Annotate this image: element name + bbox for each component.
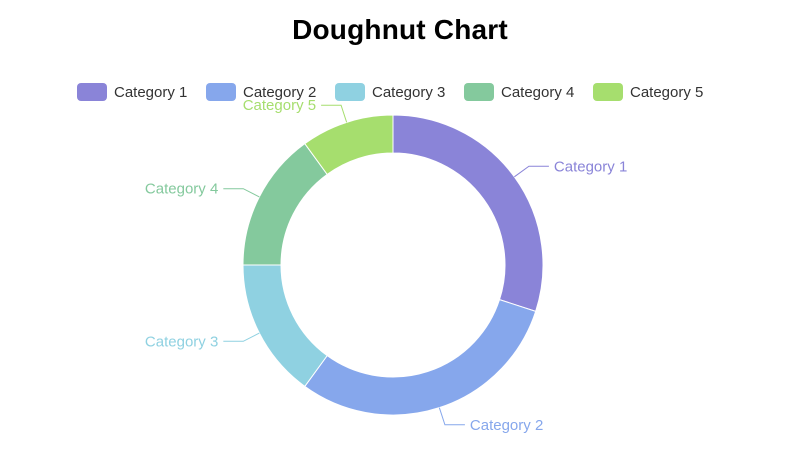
slice-category-4[interactable] — [242, 142, 328, 266]
callout-category-1: Category 1 — [514, 158, 627, 178]
legend-label: Category 1 — [114, 84, 187, 101]
doughnut-chart: Category 1 Category 2 Category 3 Category 4… — [77, 83, 703, 434]
slice-label: Category 5 — [243, 97, 316, 114]
legend-label: Category 5 — [630, 84, 703, 101]
slice-label: Category 2 — [470, 417, 543, 434]
callout-category-5: Category 5 — [243, 97, 348, 123]
slice-label: Category 3 — [145, 333, 218, 350]
legend-swatch — [593, 83, 623, 101]
callout-category-3: Category 3 — [145, 332, 260, 350]
legend-label: Category 3 — [372, 84, 445, 101]
slice-label: Category 4 — [145, 181, 218, 198]
leader-line — [223, 188, 260, 198]
legend-label: Category 4 — [501, 84, 574, 101]
slice-label: Category 1 — [554, 158, 627, 175]
legend-item-category-5[interactable]: Category 5 — [593, 83, 703, 101]
legend[interactable]: Category 1 Category 2 Category 3 Category 4… — [77, 83, 703, 101]
callout-category-2: Category 2 — [438, 407, 543, 434]
callout-category-4: Category 4 — [145, 181, 260, 198]
leader-line — [514, 165, 549, 178]
legend-item-category-1[interactable]: Category 1 — [77, 83, 187, 101]
doughnut-slices — [242, 114, 544, 416]
leader-line — [223, 332, 260, 342]
legend-item-category-3[interactable]: Category 3 — [335, 83, 445, 101]
leader-line — [321, 104, 348, 123]
slice-category-3[interactable] — [242, 264, 328, 388]
slice-category-2[interactable] — [304, 298, 537, 416]
legend-item-category-4[interactable]: Category 4 — [464, 83, 574, 101]
slice-category-1[interactable] — [392, 114, 544, 312]
leader-line — [438, 407, 465, 426]
legend-swatch — [77, 83, 107, 101]
legend-swatch — [335, 83, 365, 101]
legend-swatch — [464, 83, 494, 101]
legend-swatch — [206, 83, 236, 101]
